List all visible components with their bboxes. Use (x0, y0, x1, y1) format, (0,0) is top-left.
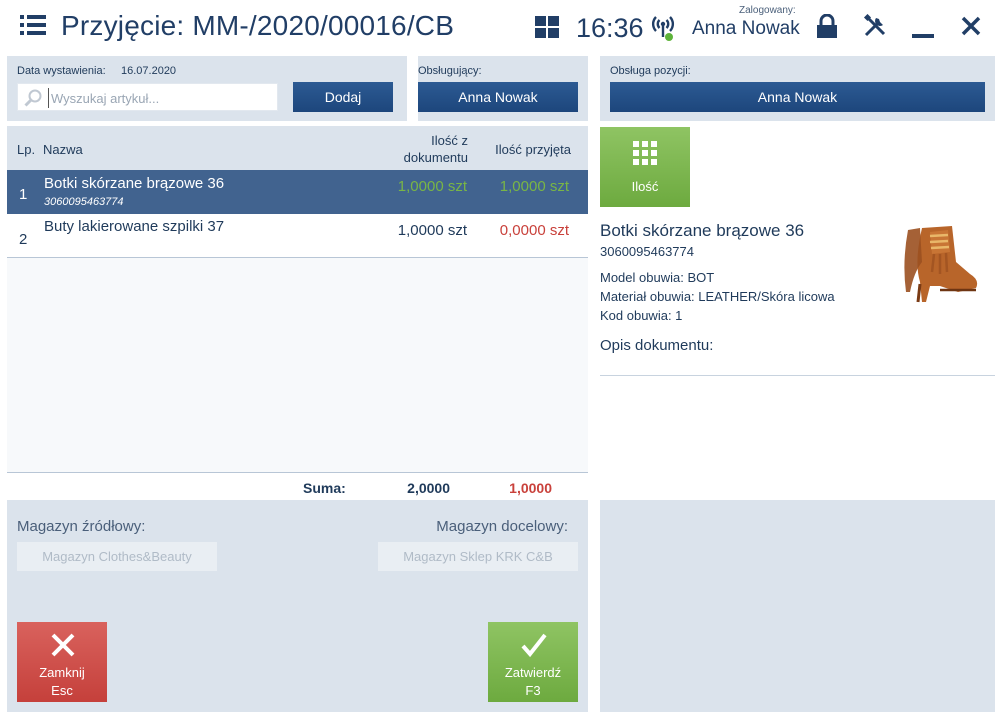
logged-in-label: Zalogowany: (739, 5, 796, 16)
target-warehouse-field: Magazyn Sklep KRK C&B (378, 542, 578, 571)
confirm-button[interactable]: Zatwierdź F3 (488, 622, 578, 702)
position-handler-label: Obsługa pozycji: (610, 65, 691, 77)
product-attribute-model: Model obuwia: BOT (600, 270, 715, 285)
source-warehouse-field: Magazyn Clothes&Beauty (17, 542, 217, 571)
product-name: Botki skórzane brązowe 36 (600, 221, 805, 240)
table-row[interactable]: 2 Buty lakierowane szpilki 37 1,0000 szt… (7, 214, 588, 258)
close-window-icon[interactable] (961, 16, 981, 36)
top-bar: Przyjęcie: MM-/2020/00016/CB 16:36 Zalog… (0, 0, 1001, 56)
checkmark-icon (521, 633, 547, 658)
handler-select-button[interactable]: Anna Nowak (418, 82, 578, 112)
minimize-icon[interactable] (912, 34, 934, 38)
product-attribute-code: Kod obuwia: 1 (600, 308, 683, 323)
logged-user-name: Anna Nowak (692, 18, 800, 39)
row-qty-doc: 1,0000 szt (397, 178, 467, 195)
warehouse-panel: Magazyn źródłowy: Magazyn docelowy: Maga… (7, 500, 588, 712)
row-qty-received: 1,0000 szt (499, 178, 569, 195)
sum-row: Suma: 2,0000 1,0000 (7, 472, 588, 500)
close-x-icon (51, 633, 75, 657)
product-attribute-material: Materiał obuwia: LEATHER/Skóra licowa (600, 289, 835, 304)
position-handler-select-button[interactable]: Anna Nowak (610, 82, 985, 112)
row-qty-doc: 1,0000 szt (397, 222, 467, 239)
search-icon (24, 89, 42, 107)
quantity-button[interactable]: Ilość (600, 127, 690, 207)
windows-grid-icon[interactable] (535, 16, 559, 38)
column-header-name: Nazwa (43, 142, 83, 157)
menu-icon[interactable] (20, 14, 46, 36)
close-button-shortcut: Esc (51, 683, 73, 698)
sum-label: Suma: (303, 480, 346, 496)
connection-status-icon (651, 16, 675, 41)
column-header-qty-doc: Ilość z dokumentu (403, 133, 468, 165)
search-input[interactable] (48, 88, 272, 108)
row-lp: 2 (19, 231, 28, 248)
confirm-button-label: Zatwierdź (504, 665, 562, 680)
column-header-qty-received: Ilość przyjęta (495, 142, 571, 157)
source-warehouse-label: Magazyn źródłowy: (17, 518, 146, 535)
close-button-label: Zamknij (39, 665, 85, 680)
row-code: 3060095463774 (44, 196, 124, 208)
settings-tools-icon[interactable] (863, 14, 887, 38)
date-value: 16.07.2020 (121, 65, 177, 77)
handler-label: Obsługujący: (418, 65, 482, 77)
details-bottom-panel (600, 500, 995, 712)
document-description-label: Opis dokumentu: (600, 337, 714, 354)
document-date-panel: Data wystawienia: 16.07.2020 Dodaj (7, 56, 407, 121)
quantity-button-label: Ilość (631, 179, 659, 194)
row-name: Buty lakierowane szpilki 37 (44, 218, 225, 235)
divider (600, 375, 995, 376)
add-button[interactable]: Dodaj (293, 82, 393, 112)
target-warehouse-label: Magazyn docelowy: (436, 518, 568, 535)
position-handler-panel: Obsługa pozycji: Anna Nowak (600, 56, 995, 121)
items-table: Lp. Nazwa Ilość z dokumentu Ilość przyję… (7, 126, 588, 500)
column-header-lp: Lp. (17, 142, 36, 157)
sum-qty-received: 1,0000 (509, 480, 552, 496)
row-lp: 1 (19, 186, 28, 203)
product-code: 3060095463774 (600, 244, 694, 259)
date-label: Data wystawienia: (17, 65, 106, 77)
sum-qty-doc: 2,0000 (407, 480, 450, 496)
row-name: Botki skórzane brązowe 36 (44, 175, 225, 192)
handler-panel: Obsługujący: Anna Nowak (418, 56, 588, 121)
clock: 16:36 (576, 13, 644, 43)
keypad-icon (633, 141, 657, 165)
row-qty-received: 0,0000 szt (499, 222, 569, 239)
close-button[interactable]: Zamknij Esc (17, 622, 107, 702)
search-box (17, 83, 278, 111)
table-header: Lp. Nazwa Ilość z dokumentu Ilość przyję… (7, 126, 588, 170)
table-row[interactable]: 1 Botki skórzane brązowe 36 306009546377… (7, 170, 588, 214)
page-title: Przyjęcie: MM-/2020/00016/CB (61, 10, 455, 41)
lock-icon[interactable] (816, 14, 838, 38)
product-image (904, 226, 978, 303)
confirm-button-shortcut: F3 (525, 683, 541, 698)
